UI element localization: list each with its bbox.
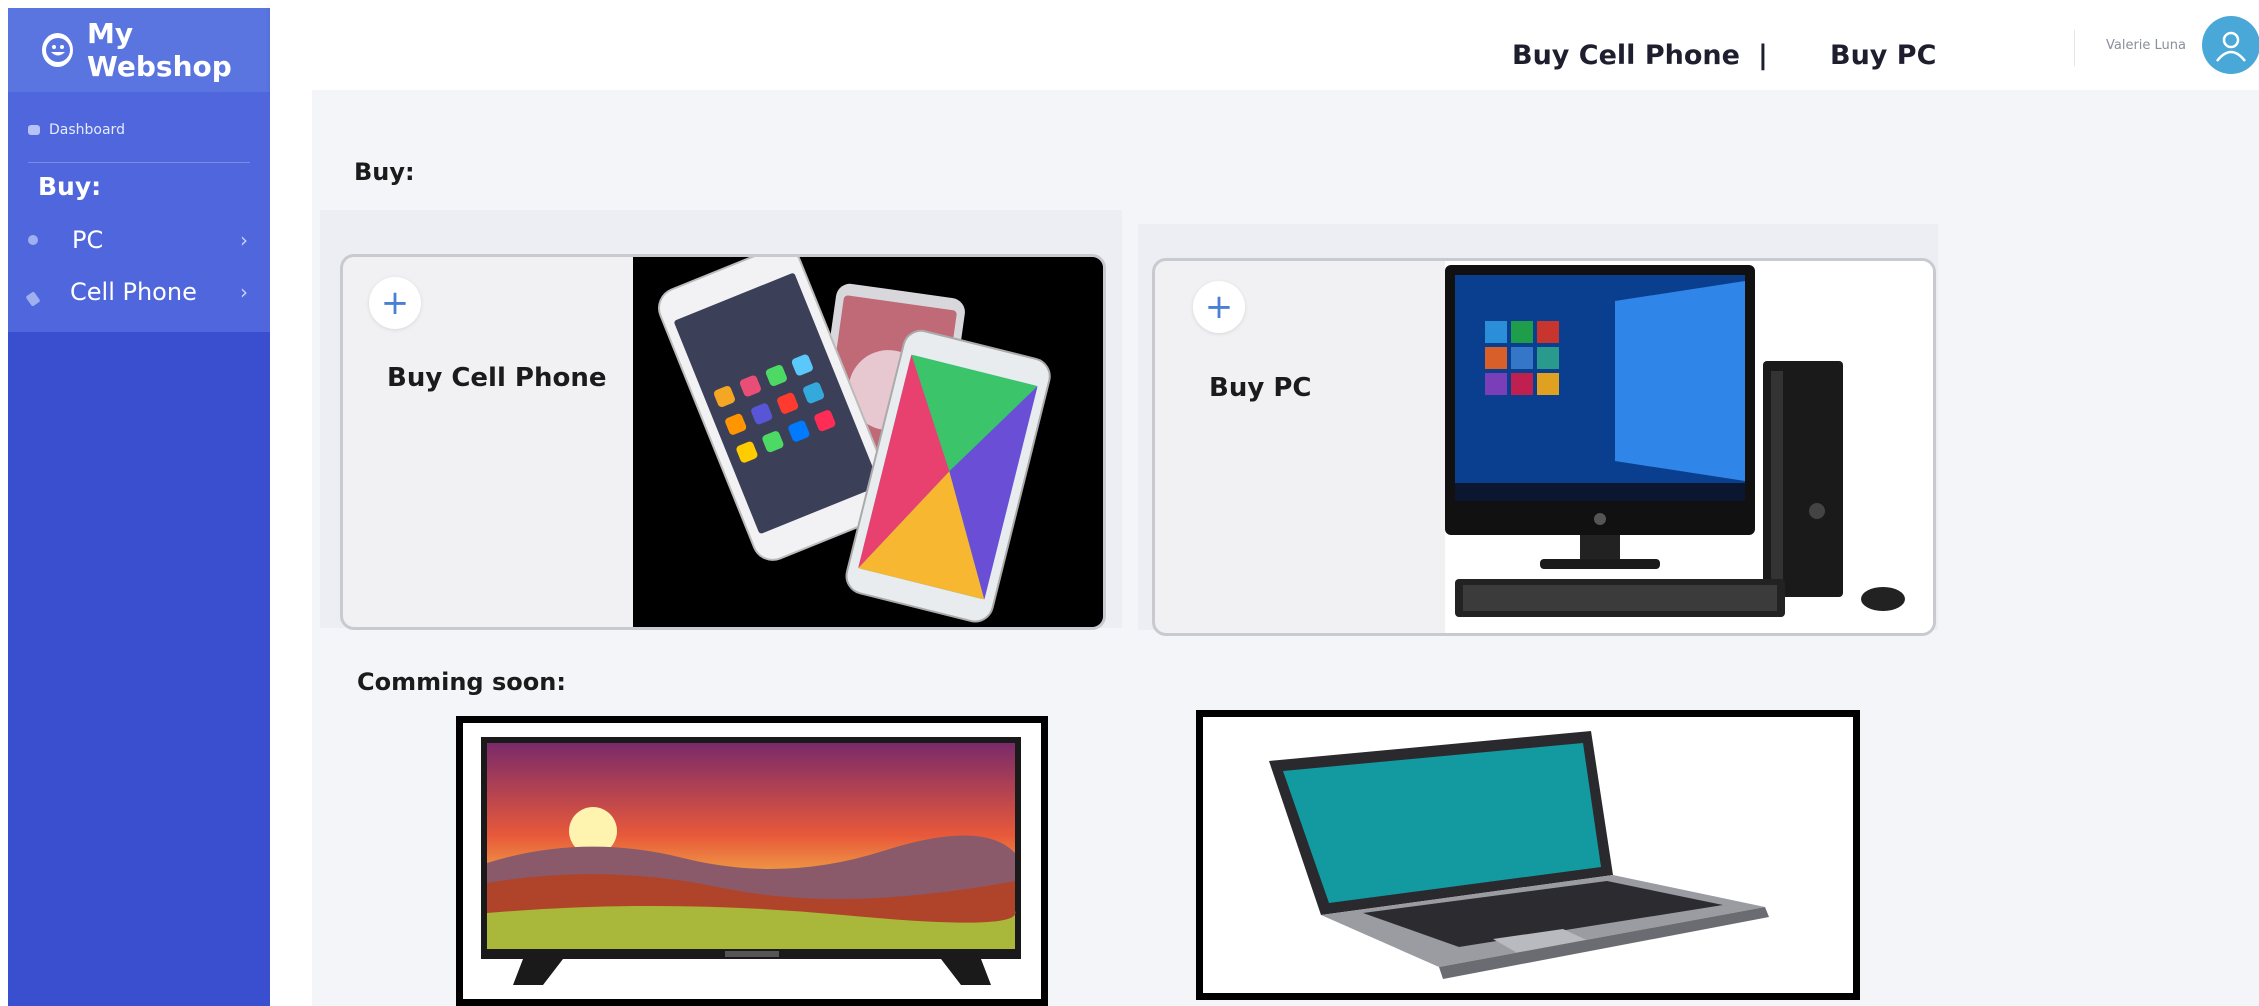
chevron-right-icon: › — [240, 280, 248, 304]
plus-icon[interactable]: + — [369, 277, 421, 329]
buy-cell-phone-card[interactable]: + Buy Cell Phone — [340, 254, 1106, 630]
card-title: Buy PC — [1209, 373, 1312, 403]
dashboard-icon — [28, 125, 40, 135]
buy-pc-card[interactable]: + Buy PC — [1152, 258, 1936, 636]
sidebar-header[interactable]: My Webshop — [8, 8, 270, 92]
desktop-pc-image — [1445, 261, 1933, 633]
sidebar-item-pc[interactable]: PC › — [28, 220, 258, 260]
buy-section-title: Buy: — [354, 158, 415, 186]
sidebar-item-dashboard[interactable]: Dashboard — [28, 122, 125, 138]
circle-dot-icon — [28, 235, 38, 245]
sidebar-item-label: Cell Phone — [70, 278, 197, 306]
sidebar-item-label: Dashboard — [49, 122, 125, 138]
coming-soon-title: Comming soon: — [357, 668, 566, 696]
nav-buy-pc-link[interactable]: Buy PC — [1830, 40, 1936, 71]
main-content: Buy: + Buy Cell Phone + Buy PC Comming s… — [270, 90, 2259, 1006]
divider — [28, 162, 250, 163]
user-name[interactable]: Valerie Luna — [2106, 38, 2186, 53]
user-icon — [2216, 31, 2246, 62]
plus-icon[interactable]: + — [1193, 281, 1245, 333]
chevron-right-icon: › — [240, 228, 248, 252]
app-title: My Webshop — [87, 17, 232, 83]
television-image — [456, 716, 1048, 1006]
sidebar-menu: Dashboard Buy: PC › Cell Phone › — [8, 92, 270, 332]
sidebar: My Webshop Dashboard Buy: PC › Cell Phon… — [8, 8, 270, 1006]
cell-phones-image — [633, 257, 1103, 627]
laptop-image — [1196, 710, 1860, 1000]
nav-buy-cell-phone-link[interactable]: Buy Cell Phone — [1512, 40, 1740, 71]
divider — [2074, 30, 2075, 66]
nav-separator: | — [1758, 40, 1768, 71]
avatar[interactable] — [2202, 16, 2259, 74]
sidebar-item-cell-phone[interactable]: Cell Phone › — [25, 272, 258, 312]
sidebar-buy-heading: Buy: — [38, 172, 102, 201]
wrench-icon — [25, 291, 41, 307]
sidebar-item-label: PC — [72, 226, 104, 254]
top-bar: Buy Cell Phone | Buy PC Valerie Luna — [270, 0, 2259, 90]
smiley-logo-icon — [42, 33, 73, 67]
card-title: Buy Cell Phone — [387, 363, 607, 393]
